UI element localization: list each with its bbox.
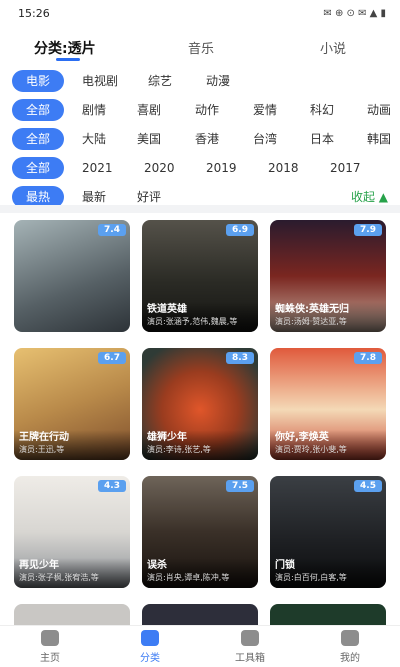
nav-label: 主页 xyxy=(40,652,60,664)
filter-pill-year[interactable]: 全部 xyxy=(12,156,64,179)
tab-category[interactable]: 分类:透片 xyxy=(34,38,96,58)
filter-option[interactable]: 科幻 xyxy=(310,101,367,118)
nav-toolbox[interactable]: 工具箱 xyxy=(200,626,300,667)
movie-title: 再见少年 xyxy=(19,560,59,571)
filter-option[interactable]: 韩国 xyxy=(367,130,397,147)
movie-caption: 门锁 演员:白百何,白客,等 xyxy=(270,558,386,588)
filter-row-genre: 全部 剧情 喜剧 动作 爱情 科幻 动画 xyxy=(0,95,400,124)
movie-title: 雄狮少年 xyxy=(147,432,187,443)
movie-card[interactable]: 8.3 雄狮少年 演员:李诗,张艺,等 xyxy=(142,348,258,460)
tab-music[interactable]: 音乐 xyxy=(188,38,214,57)
filter-option[interactable]: 动画 xyxy=(367,101,397,118)
movie-title: 你好,李焕英 xyxy=(275,432,329,443)
filter-option[interactable]: 大陆 xyxy=(82,130,137,147)
filter-option[interactable]: 最新 xyxy=(82,188,137,205)
nav-mine[interactable]: 我的 xyxy=(300,626,400,667)
movie-card[interactable]: 6.7 王牌在行动 演员:王迅,等 xyxy=(14,348,130,460)
movie-card[interactable]: 6.9 铁道英雄 演员:张涵予,范伟,魏晨,等 xyxy=(142,220,258,332)
filter-row-region: 全部 大陆 美国 香港 台湾 日本 韩国 xyxy=(0,124,400,153)
movie-card[interactable]: 7.9 蜘蛛侠:英雄无归 演员:汤姆·赞达亚,等 xyxy=(270,220,386,332)
movie-cast: 演员:白百何,白客,等 xyxy=(275,573,347,582)
score-badge: 7.5 xyxy=(226,480,254,492)
movie-caption: 蜘蛛侠:英雄无归 演员:汤姆·赞达亚,等 xyxy=(270,302,386,332)
movie-cast: 演员:贾玲,张小斐,等 xyxy=(275,445,347,454)
filter-pill-genre[interactable]: 全部 xyxy=(12,98,64,121)
bottom-nav: 主页 分类 工具箱 我的 xyxy=(0,625,400,667)
movie-title: 王牌在行动 xyxy=(19,432,69,443)
filter-option[interactable]: 2021 xyxy=(82,161,144,175)
movie-cast: 演员:汤姆·赞达亚,等 xyxy=(275,317,347,326)
movie-cast: 演员:王迅,等 xyxy=(19,445,65,454)
active-tab-indicator xyxy=(56,58,80,61)
filter-option[interactable]: 喜剧 xyxy=(137,101,195,118)
collapse-button[interactable]: 收起 ▲ xyxy=(351,188,388,205)
filter-option[interactable]: 电视剧 xyxy=(82,72,148,89)
movie-caption: 你好,李焕英 演员:贾玲,张小斐,等 xyxy=(270,430,386,460)
status-bar: 15:26 ✉ ⊕ ⊙ ✉ ▲ ▮ xyxy=(0,0,400,26)
filter-option[interactable]: 好评 xyxy=(137,188,177,205)
movie-caption: 误杀 演员:肖央,谭卓,陈冲,等 xyxy=(142,558,258,588)
nav-label: 分类 xyxy=(140,652,160,664)
filter-pill-region[interactable]: 全部 xyxy=(12,127,64,150)
movie-cast: 演员:李诗,张艺,等 xyxy=(147,445,211,454)
filter-option[interactable]: 爱情 xyxy=(253,101,310,118)
profile-icon xyxy=(341,629,359,646)
filter-option[interactable]: 香港 xyxy=(195,130,253,147)
status-icons: ✉ ⊕ ⊙ ✉ ▲ ▮ xyxy=(323,7,386,19)
movie-card[interactable] xyxy=(14,604,130,625)
filter-option[interactable]: 2017 xyxy=(330,161,366,175)
movie-card[interactable]: 4.5 门锁 演员:白百何,白客,等 xyxy=(270,476,386,588)
filter-option[interactable]: 台湾 xyxy=(253,130,310,147)
filter-option[interactable]: 2020 xyxy=(144,161,206,175)
movie-card[interactable]: 7.8 你好,李焕英 演员:贾玲,张小斐,等 xyxy=(270,348,386,460)
score-badge: 7.8 xyxy=(354,352,382,364)
filter-option[interactable]: 综艺 xyxy=(148,72,206,89)
filter-panel: 电影 电视剧 综艺 动漫 全部 剧情 喜剧 动作 爱情 科幻 动画 全部 大陆 … xyxy=(0,66,400,211)
nav-home[interactable]: 主页 xyxy=(0,626,100,667)
score-badge: 4.3 xyxy=(98,480,126,492)
movie-cast: 演员:张涵予,范伟,魏晨,等 xyxy=(147,317,238,326)
nav-category[interactable]: 分类 xyxy=(100,626,200,667)
filter-option[interactable]: 美国 xyxy=(137,130,195,147)
home-icon xyxy=(41,629,59,646)
movie-cast: 演员:肖央,谭卓,陈冲,等 xyxy=(147,573,230,582)
filter-option[interactable]: 日本 xyxy=(310,130,367,147)
movie-caption: 王牌在行动 演员:王迅,等 xyxy=(14,430,130,460)
score-badge: 8.3 xyxy=(226,352,254,364)
movie-card[interactable]: 7.5 误杀 演员:肖央,谭卓,陈冲,等 xyxy=(142,476,258,588)
toolbox-icon xyxy=(241,629,259,646)
score-badge: 4.5 xyxy=(354,480,382,492)
movie-card[interactable]: 7.4 xyxy=(14,220,130,332)
movie-caption: 再见少年 演员:张子枫,张宥浩,等 xyxy=(14,558,130,588)
movie-card[interactable] xyxy=(270,604,386,625)
movie-caption: 雄狮少年 演员:李诗,张艺,等 xyxy=(142,430,258,460)
movie-title: 门锁 xyxy=(275,560,295,571)
score-badge: 7.9 xyxy=(354,224,382,236)
filter-row-type: 电影 电视剧 综艺 动漫 xyxy=(0,66,400,95)
score-badge: 6.9 xyxy=(226,224,254,236)
movie-cast: 演员:张子枫,张宥浩,等 xyxy=(19,573,99,582)
filter-option[interactable]: 2019 xyxy=(206,161,268,175)
filter-pill-type[interactable]: 电影 xyxy=(12,69,64,92)
filter-row-year: 全部 2021 2020 2019 2018 2017 xyxy=(0,153,400,182)
section-divider xyxy=(0,205,400,213)
video-icon xyxy=(141,629,159,646)
status-time: 15:26 xyxy=(18,6,50,20)
filter-option[interactable]: 动作 xyxy=(195,101,253,118)
filter-option[interactable]: 2018 xyxy=(268,161,330,175)
movie-title: 铁道英雄 xyxy=(147,304,187,315)
score-badge: 6.7 xyxy=(98,352,126,364)
movie-card[interactable] xyxy=(142,604,258,625)
movie-card[interactable]: 4.3 再见少年 演员:张子枫,张宥浩,等 xyxy=(14,476,130,588)
filter-option[interactable]: 动漫 xyxy=(206,72,264,89)
movie-caption: 铁道英雄 演员:张涵予,范伟,魏晨,等 xyxy=(142,302,258,332)
tab-novel[interactable]: 小说 xyxy=(320,38,346,57)
filter-option[interactable]: 剧情 xyxy=(82,101,137,118)
movie-title: 误杀 xyxy=(147,560,167,571)
movie-title: 蜘蛛侠:英雄无归 xyxy=(275,304,349,315)
nav-label: 工具箱 xyxy=(235,652,265,664)
nav-label: 我的 xyxy=(340,652,360,664)
score-badge: 7.4 xyxy=(98,224,126,236)
